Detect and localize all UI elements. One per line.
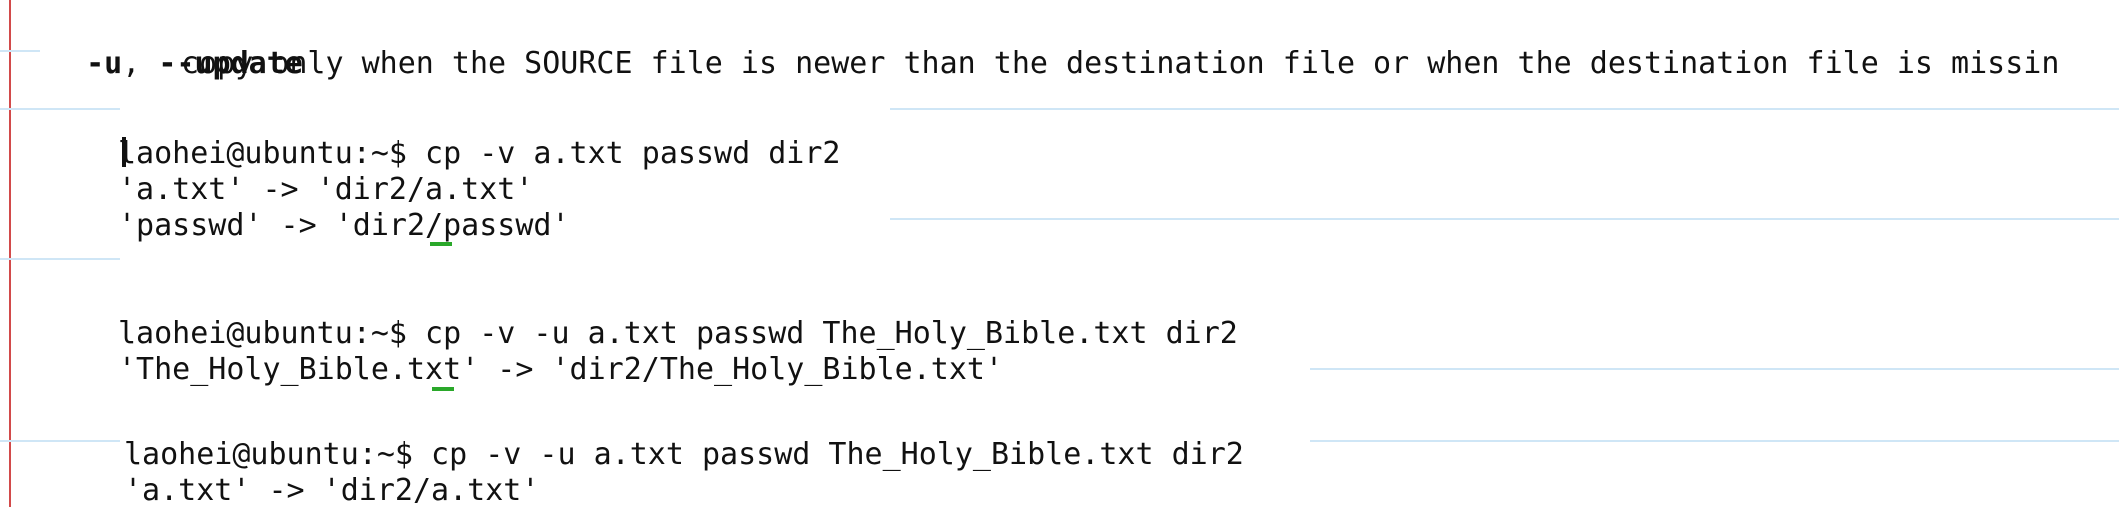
terminal-output-line: 'passwd' -> 'dir2/passwd' xyxy=(118,208,570,243)
option-description: copy only when the SOURCE file is newer … xyxy=(181,46,2060,81)
green-cursor-mark xyxy=(432,387,454,391)
green-cursor-mark xyxy=(430,242,452,246)
terminal-command-line: laohei@ubuntu:~$ cp -v -u a.txt passwd T… xyxy=(118,316,1238,351)
notebook-rule-line xyxy=(0,258,120,260)
notebook-rule-line xyxy=(1310,368,2119,370)
notebook-rule-line xyxy=(890,218,2119,220)
terminal-output-line: 'a.txt' -> 'dir2/a.txt' xyxy=(124,473,540,508)
notebook-rule-line xyxy=(0,50,40,52)
terminal-output-line: 'a.txt' -> 'dir2/a.txt' xyxy=(118,172,534,207)
notebook-margin-line xyxy=(9,0,11,507)
terminal-output-line: 'The_Holy_Bible.txt' -> 'dir2/The_Holy_B… xyxy=(118,352,1004,387)
option-short-flag: -u xyxy=(86,46,123,81)
notebook-rule-line xyxy=(0,108,120,110)
option-flag-separator: , xyxy=(122,46,159,81)
notebook-rule-line xyxy=(890,108,2119,110)
notebook-rule-line xyxy=(1310,440,2119,442)
terminal-command-line: laohei@ubuntu:~$ cp -v -u a.txt passwd T… xyxy=(124,437,1244,472)
terminal-command-line: laohei@ubuntu:~$ cp -v a.txt passwd dir2 xyxy=(118,136,841,171)
notebook-rule-line xyxy=(0,440,120,442)
